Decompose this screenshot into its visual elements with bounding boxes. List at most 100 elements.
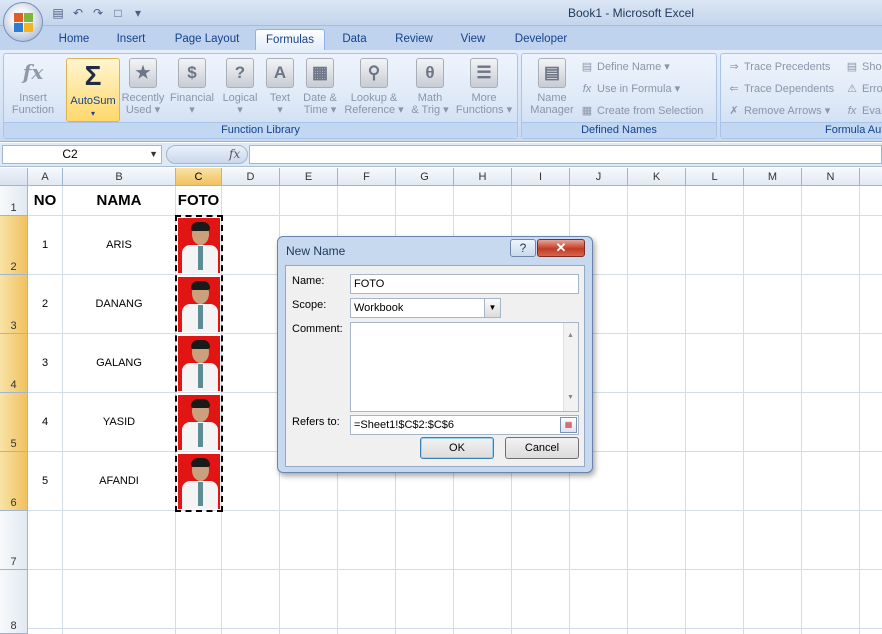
dialog-title: New Name — [286, 244, 346, 258]
lookup-reference-button[interactable]: ⚲ Lookup & Reference ▾ — [344, 58, 404, 116]
more-functions-button[interactable]: ☰ More Functions ▾ — [454, 58, 514, 116]
column-header-m[interactable]: M — [744, 168, 802, 186]
column-header-g[interactable]: G — [396, 168, 454, 186]
recently-used-button[interactable]: ★ Recently Used ▾ — [118, 58, 168, 116]
formula-auditing-label: Formula Au — [721, 122, 882, 138]
show-formulas-button[interactable]: ▤ Sho — [845, 58, 882, 76]
tab-formulas[interactable]: Formulas — [255, 29, 325, 50]
row-header-8[interactable]: 8 — [0, 570, 28, 634]
tab-insert[interactable]: Insert — [106, 29, 156, 50]
header-foto[interactable]: FOTO — [176, 186, 222, 216]
header-nama[interactable]: NAMA — [63, 186, 176, 216]
tab-home[interactable]: Home — [48, 29, 100, 50]
error-checking-icon: ⚠ — [847, 83, 857, 95]
close-button[interactable]: ✕ — [537, 239, 585, 257]
function-library-group: fx Insert Function Σ AutoSum ▾ ★ Recentl… — [3, 53, 518, 139]
logical-book-icon: ? — [226, 58, 254, 88]
sigma-icon: Σ — [84, 60, 102, 91]
name-box[interactable]: C2 ▼ — [2, 145, 162, 164]
autosum-button[interactable]: Σ AutoSum ▾ — [66, 58, 120, 122]
defined-names-group: ▤ Name Manager ▤ Define Name ▾ fx Use in F… — [521, 53, 717, 139]
scope-select[interactable]: Workbook ▼ — [350, 298, 501, 318]
ok-button[interactable]: OK — [420, 437, 494, 459]
name-box-dropdown-icon[interactable]: ▼ — [149, 146, 158, 163]
column-header-k[interactable]: K — [628, 168, 686, 186]
insert-function-button[interactable]: fx Insert Function — [6, 58, 60, 116]
column-header-f[interactable]: F — [338, 168, 396, 186]
tab-review[interactable]: Review — [388, 29, 440, 50]
cell-no[interactable]: 2 — [28, 275, 63, 334]
row-header-6[interactable]: 6 — [0, 452, 28, 511]
cell-no[interactable]: 4 — [28, 393, 63, 452]
column-header-e[interactable]: E — [280, 168, 338, 186]
column-header-i[interactable]: I — [512, 168, 570, 186]
create-from-selection-button[interactable]: ▦ Create from Selection — [580, 102, 704, 120]
comment-scrollbar[interactable]: ▲ ▼ — [563, 323, 578, 411]
header-no[interactable]: NO — [28, 186, 63, 216]
column-header-b[interactable]: B — [63, 168, 176, 186]
cell-no[interactable]: 1 — [28, 216, 63, 275]
column-header-j[interactable]: J — [570, 168, 628, 186]
column-header-l[interactable]: L — [686, 168, 744, 186]
scroll-down-icon[interactable]: ▼ — [567, 389, 574, 407]
cell-nama[interactable]: ARIS — [63, 216, 176, 275]
use-in-formula-button[interactable]: fx Use in Formula ▾ — [580, 80, 680, 98]
tab-view[interactable]: View — [450, 29, 496, 50]
new-name-dialog: New Name ? ✕ Name: FOTO Scope: Workbook … — [277, 236, 593, 473]
remove-arrows-button[interactable]: ✗ Remove Arrows ▾ — [727, 102, 830, 120]
select-all-corner[interactable] — [0, 168, 28, 186]
row-header-2[interactable]: 2 — [0, 216, 28, 275]
trace-dependents-button[interactable]: ⇐ Trace Dependents — [727, 80, 834, 98]
column-header-d[interactable]: D — [222, 168, 280, 186]
evaluate-formula-button[interactable]: fx Eva — [845, 102, 881, 120]
tab-developer[interactable]: Developer — [505, 29, 577, 50]
define-name-button[interactable]: ▤ Define Name ▾ — [580, 58, 670, 76]
logical-button[interactable]: ? Logical ▾ — [218, 58, 262, 116]
row-header-1[interactable]: 1 — [0, 186, 28, 216]
name-manager-icon: ▤ — [538, 58, 566, 88]
cell-no[interactable]: 5 — [28, 452, 63, 511]
insert-function-fx-icon[interactable]: fx — [229, 147, 240, 161]
trace-precedents-button[interactable]: ⇒ Trace Precedents — [727, 58, 830, 76]
tab-page-layout[interactable]: Page Layout — [164, 29, 250, 50]
cancel-button[interactable]: Cancel — [505, 437, 579, 459]
cell-nama[interactable]: YASID — [63, 393, 176, 452]
tab-data[interactable]: Data — [332, 29, 377, 50]
math-trig-button[interactable]: θ Math & Trig ▾ — [408, 58, 452, 116]
column-header-n[interactable]: N — [802, 168, 860, 186]
defined-names-label: Defined Names — [522, 122, 716, 138]
column-header-c[interactable]: C — [176, 168, 222, 186]
scroll-up-icon[interactable]: ▲ — [567, 327, 574, 345]
refers-to-field[interactable]: =Sheet1!$C$2:$C$6 ▦ — [350, 415, 579, 435]
date-time-button[interactable]: ▦ Date & Time ▾ — [300, 58, 340, 116]
ribbon-tabs: Home Insert Page Layout Formulas Data Re… — [0, 26, 882, 50]
calendar-book-icon: ▦ — [306, 58, 334, 88]
chevron-down-icon[interactable]: ▼ — [484, 299, 500, 317]
column-header-a[interactable]: A — [28, 168, 63, 186]
cell-nama[interactable]: GALANG — [63, 334, 176, 393]
formula-input[interactable] — [249, 145, 882, 164]
row-header-5[interactable]: 5 — [0, 393, 28, 452]
help-button[interactable]: ? — [510, 239, 536, 257]
cell-nama[interactable]: DANANG — [63, 275, 176, 334]
cell-no[interactable]: 3 — [28, 334, 63, 393]
create-from-selection-icon: ▦ — [581, 105, 593, 117]
office-button[interactable] — [3, 2, 43, 42]
error-checking-button[interactable]: ⚠ Erro — [845, 80, 882, 98]
office-logo-icon — [14, 13, 34, 33]
row-header-4[interactable]: 4 — [0, 334, 28, 393]
row-header-7[interactable]: 7 — [0, 511, 28, 570]
comment-textarea[interactable]: ▲ ▼ — [350, 322, 579, 412]
cell-nama[interactable]: AFANDI — [63, 452, 176, 511]
formula-bar: C2 ▼ fx — [0, 143, 882, 167]
refers-to-value: =Sheet1!$C$2:$C$6 — [354, 419, 454, 431]
row-header-3[interactable]: 3 — [0, 275, 28, 334]
text-button[interactable]: A Text ▾ — [262, 58, 298, 116]
collapse-dialog-icon[interactable]: ▦ — [560, 417, 577, 433]
formula-bar-controls: fx — [166, 145, 248, 164]
name-manager-button[interactable]: ▤ Name Manager — [526, 58, 578, 116]
financial-button[interactable]: $ Financial ▾ — [166, 58, 218, 116]
column-header-h[interactable]: H — [454, 168, 512, 186]
name-field[interactable]: FOTO — [350, 274, 579, 294]
scope-value: Workbook — [354, 302, 404, 314]
